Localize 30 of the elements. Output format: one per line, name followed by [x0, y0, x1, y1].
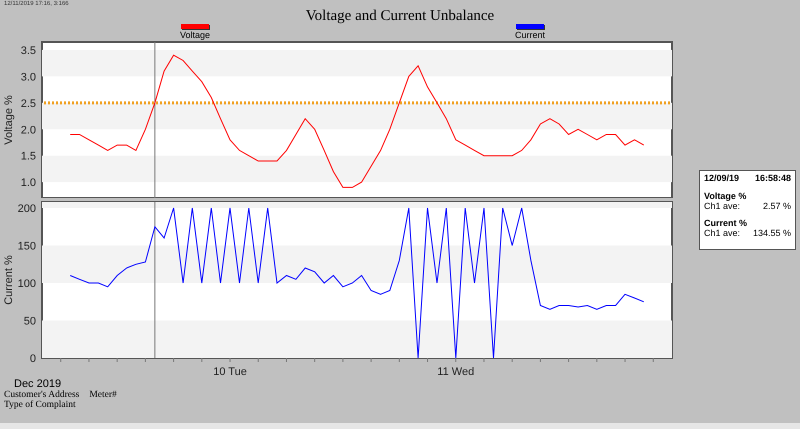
axis-title: Voltage %: [3, 95, 15, 145]
legend-label: Voltage: [180, 30, 210, 40]
axis-tick-label: 200: [18, 203, 36, 215]
readout-label: Ch1 ave:: [704, 201, 740, 211]
legend-label: Current: [514, 30, 545, 40]
axis-tick-label: 10 Tue: [213, 366, 247, 378]
axis-title: Current %: [3, 255, 15, 305]
readout-heading: Current %: [704, 218, 748, 228]
footer-field-label: Customer's Address: [4, 390, 80, 400]
readout-time: 16:58:48: [754, 173, 791, 183]
readout-value: 2.57 %: [762, 201, 791, 211]
axis-tick-label: 150: [18, 240, 36, 252]
readout-value: 134.55 %: [752, 228, 791, 238]
chart-title: Voltage and Current Unbalance: [306, 8, 494, 24]
axis-tick-label: 1.5: [20, 150, 36, 163]
footer-field-label: Type of Complaint: [4, 400, 76, 410]
axis-tick-label: 11 Wed: [437, 366, 474, 378]
axis-tick-label: 3.5: [20, 44, 36, 57]
axis-tick-label: 100: [18, 278, 36, 290]
month-label: Dec 2019: [14, 378, 62, 390]
axis-tick-label: 50: [24, 316, 36, 328]
axis-tick-label: 0: [30, 353, 36, 365]
axis-tick-label: 1.0: [20, 177, 36, 190]
axis-tick-label: 3.0: [20, 71, 36, 84]
readout-label: Ch1 ave:: [704, 228, 740, 238]
footer-field-label: Meter#: [89, 390, 117, 400]
axis-tick-label: 2.0: [20, 124, 36, 136]
readout-heading: Voltage %: [704, 191, 748, 201]
readout-date: 12/09/19: [704, 173, 740, 183]
axis-tick-label: 2.5: [20, 98, 36, 110]
